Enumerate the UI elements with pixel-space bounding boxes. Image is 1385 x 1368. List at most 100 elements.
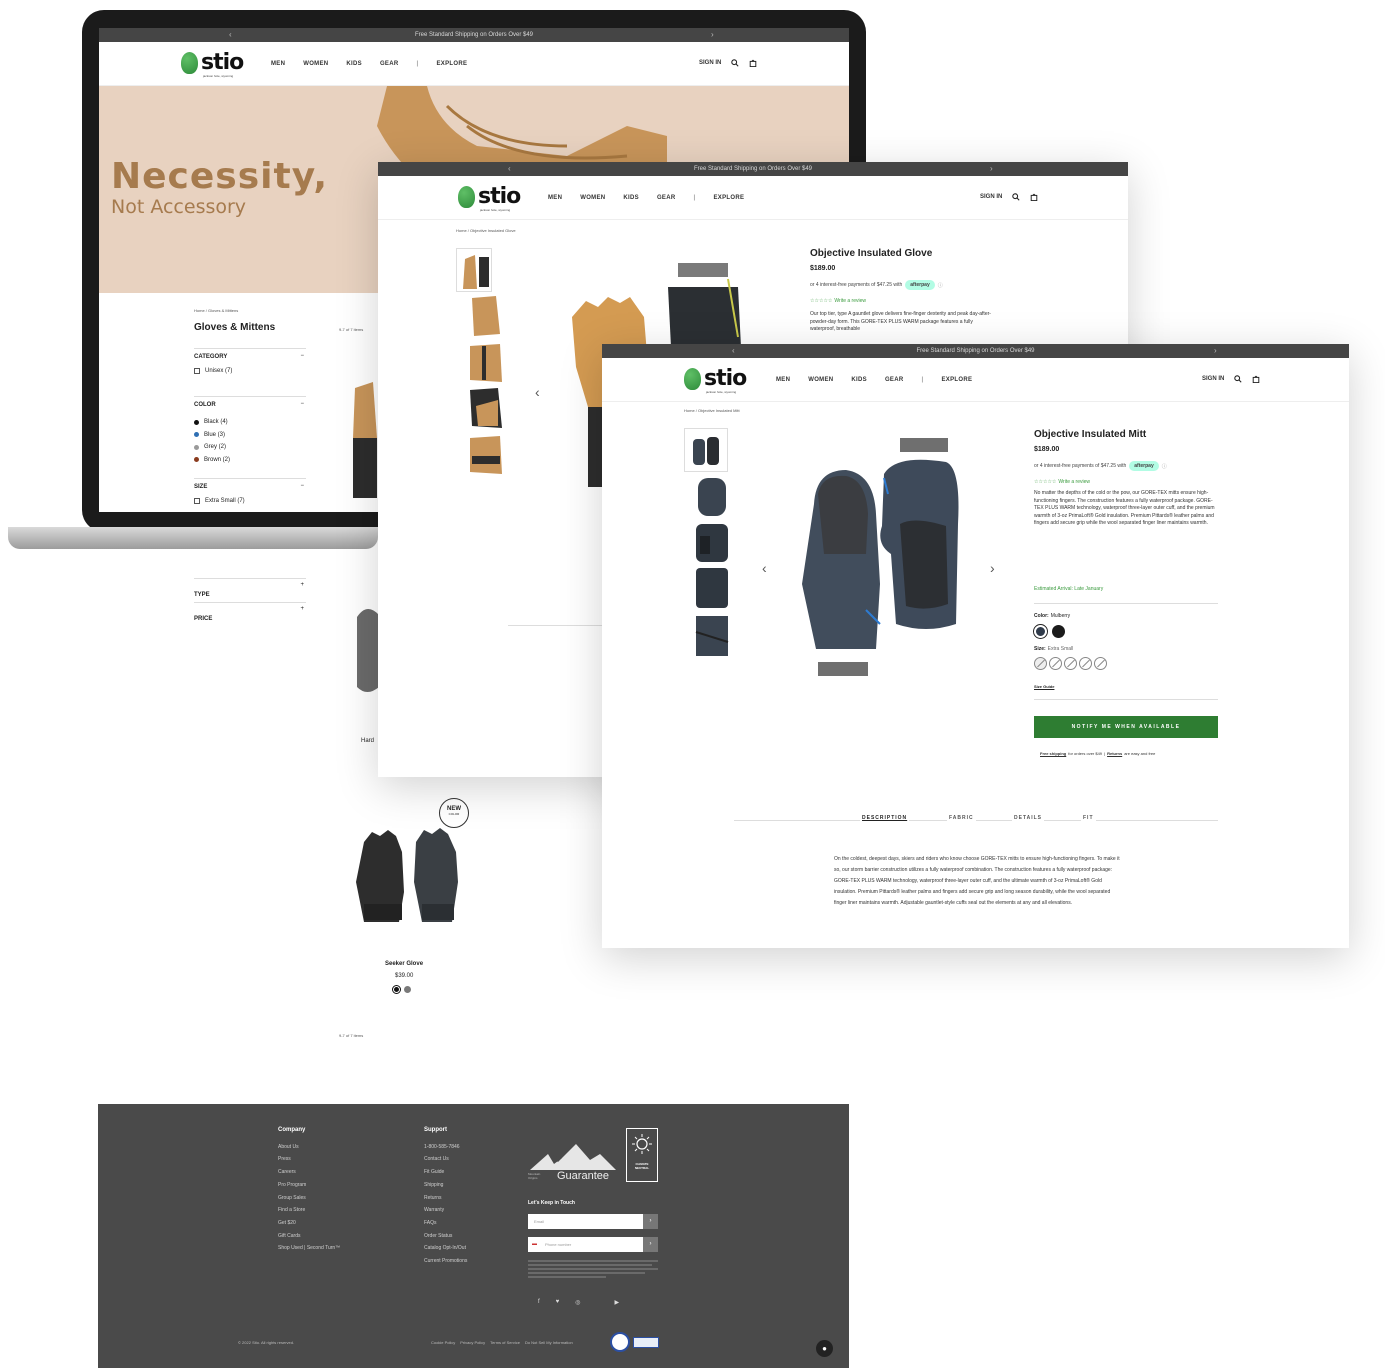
free-shipping-link[interactable]: Free shipping xyxy=(1040,751,1066,756)
footer-link[interactable]: Gift Cards xyxy=(278,1230,340,1243)
submit-arrow-icon[interactable]: › xyxy=(643,1214,658,1229)
thumbnail-3[interactable] xyxy=(694,520,730,564)
footer-link[interactable]: Group Sales xyxy=(278,1192,340,1205)
sign-in-link[interactable]: SIGN IN xyxy=(980,194,1002,200)
returns-link[interactable]: Returns xyxy=(1107,751,1122,756)
thumbnail-1[interactable] xyxy=(684,428,728,472)
footer-link[interactable]: Fit Guide xyxy=(424,1166,467,1179)
chat-icon[interactable]: ● xyxy=(816,1340,833,1357)
chevron-left-icon[interactable]: ‹ xyxy=(732,344,735,358)
chevron-right-icon[interactable]: › xyxy=(990,162,993,176)
info-icon[interactable]: ⓘ xyxy=(1162,463,1167,470)
info-icon[interactable]: ⓘ xyxy=(938,282,943,289)
menu-kids[interactable]: KIDS xyxy=(851,377,867,383)
afterpay-badge[interactable]: afterpay xyxy=(1129,461,1159,471)
bag-icon[interactable] xyxy=(1030,193,1038,201)
filter-option[interactable]: Unisex (7) xyxy=(194,368,306,374)
footer-link[interactable]: 1-800-585-7846 xyxy=(424,1141,467,1154)
search-icon[interactable] xyxy=(1012,193,1020,201)
filter-size-title[interactable]: SIZE xyxy=(194,484,306,490)
footer-link[interactable]: About Us xyxy=(278,1141,340,1154)
footer-link[interactable]: Get $20 xyxy=(278,1217,340,1230)
filter-color-title[interactable]: COLOR xyxy=(194,402,306,408)
stio-logo[interactable]: stio jackson hole, wyoming xyxy=(684,368,747,394)
footer-link[interactable]: FAQs xyxy=(424,1217,467,1230)
write-review-link[interactable]: Write a review xyxy=(1058,479,1090,485)
footer-link[interactable]: Order Status xyxy=(424,1230,467,1243)
facebook-icon[interactable]: f xyxy=(538,1299,540,1306)
tab-description[interactable]: DESCRIPTION xyxy=(860,815,910,821)
afterpay-badge[interactable]: afterpay xyxy=(905,280,935,290)
chevron-left-icon[interactable]: ‹ xyxy=(508,162,511,176)
menu-kids[interactable]: KIDS xyxy=(346,61,362,67)
footer-link[interactable]: Current Promotions xyxy=(424,1255,467,1268)
thumbnail-3[interactable] xyxy=(468,340,504,384)
bag-icon[interactable] xyxy=(749,59,757,67)
thumbnail-4[interactable] xyxy=(694,566,730,610)
swatch-grey[interactable] xyxy=(404,986,411,993)
menu-gear[interactable]: GEAR xyxy=(885,377,904,383)
footer-link[interactable]: Shipping xyxy=(424,1179,467,1192)
footer-link[interactable]: Contact Us xyxy=(424,1153,467,1166)
chevron-left-icon[interactable]: ‹ xyxy=(762,560,767,576)
submit-arrow-icon[interactable]: › xyxy=(643,1237,658,1252)
stio-logo[interactable]: stio jackson hole, wyoming xyxy=(458,186,521,212)
footer-link[interactable]: Warranty xyxy=(424,1204,467,1217)
twitter-icon[interactable]: ♥ xyxy=(556,1299,560,1306)
thumbnail-5[interactable] xyxy=(468,432,504,476)
thumbnail-4[interactable] xyxy=(468,386,504,430)
instagram-icon[interactable]: ◎ xyxy=(575,1299,580,1306)
tan-glove-image[interactable] xyxy=(349,378,379,508)
tab-fabric[interactable]: FABRIC xyxy=(947,815,976,821)
menu-women[interactable]: WOMEN xyxy=(303,61,328,67)
breadcrumb[interactable]: Home / Objective Insulated Mitt xyxy=(684,408,740,413)
bag-icon[interactable] xyxy=(1252,375,1260,383)
color-option[interactable]: Black (4) xyxy=(194,416,306,429)
email-field[interactable]: Email › xyxy=(528,1214,658,1229)
search-icon[interactable] xyxy=(731,59,739,67)
footer-link[interactable]: Careers xyxy=(278,1166,340,1179)
legal-link[interactable]: Cookie Policy xyxy=(431,1340,455,1345)
thumbnail-1[interactable] xyxy=(456,248,492,292)
menu-explore[interactable]: EXPLORE xyxy=(713,195,744,201)
chevron-right-icon[interactable]: › xyxy=(990,560,995,576)
breadcrumb[interactable]: Home / Objective Insulated Glove xyxy=(456,228,516,233)
swatch-black[interactable] xyxy=(392,985,401,994)
search-icon[interactable] xyxy=(1234,375,1242,383)
color-option[interactable]: Blue (3) xyxy=(194,429,306,442)
menu-men[interactable]: MEN xyxy=(548,195,562,201)
swatch-black[interactable] xyxy=(1052,625,1065,638)
footer-link[interactable]: Returns xyxy=(424,1192,467,1205)
sign-in-link[interactable]: SIGN IN xyxy=(699,60,721,66)
size-option-l[interactable] xyxy=(1079,657,1092,670)
footer-link[interactable]: Press xyxy=(278,1153,340,1166)
rating-row[interactable]: ☆☆☆☆☆ Write a review xyxy=(1034,479,1090,485)
rating-row[interactable]: ☆☆☆☆☆ Write a review xyxy=(810,298,866,304)
notify-me-button[interactable]: NOTIFY ME WHEN AVAILABLE xyxy=(1034,716,1218,738)
size-option-m[interactable] xyxy=(1064,657,1077,670)
swatch-mulberry[interactable] xyxy=(1033,624,1048,639)
expand-plus-icon[interactable]: + xyxy=(300,582,304,588)
size-option-xl[interactable] xyxy=(1094,657,1107,670)
menu-women[interactable]: WOMEN xyxy=(808,377,833,383)
collapse-minus-icon[interactable]: − xyxy=(300,353,304,359)
phone-field[interactable]: ▬ Phone number › xyxy=(528,1237,658,1252)
checkbox[interactable] xyxy=(194,368,200,374)
legal-link[interactable]: Do Not Sell My Information xyxy=(525,1340,573,1345)
write-review-link[interactable]: Write a review xyxy=(834,298,866,304)
menu-men[interactable]: MEN xyxy=(271,61,285,67)
menu-explore[interactable]: EXPLORE xyxy=(941,377,972,383)
menu-explore[interactable]: EXPLORE xyxy=(436,61,467,67)
breadcrumb[interactable]: Home / Gloves & Mittens xyxy=(194,308,238,313)
size-option-xs[interactable] xyxy=(1034,657,1047,670)
filter-price[interactable]: PRICE + xyxy=(194,602,306,625)
email-placeholder[interactable]: Email xyxy=(528,1214,643,1229)
filter-category-title[interactable]: CATEGORY xyxy=(194,354,306,360)
chevron-right-icon[interactable]: › xyxy=(711,28,714,42)
thumbnail-2[interactable] xyxy=(694,474,730,518)
partial-product-name[interactable]: Hard xyxy=(361,738,374,744)
filter-type[interactable]: TYPE + xyxy=(194,578,306,601)
menu-men[interactable]: MEN xyxy=(776,377,790,383)
thumbnail-2[interactable] xyxy=(468,294,504,338)
size-option-s[interactable] xyxy=(1049,657,1062,670)
